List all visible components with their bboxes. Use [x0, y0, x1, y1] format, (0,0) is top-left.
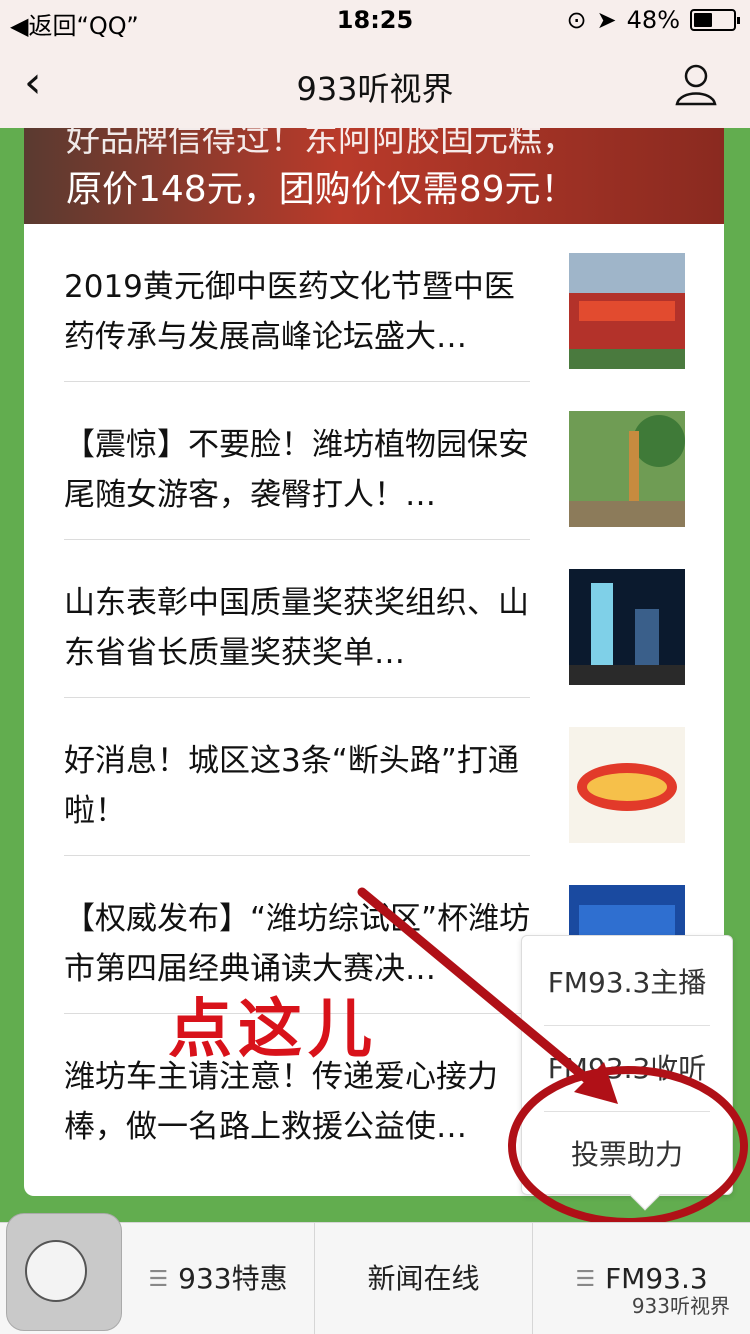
tab-933-deals[interactable]: ☰ 933特惠	[122, 1223, 314, 1334]
article-item[interactable]: 好消息！城区这3条“断头路”打通啦！	[64, 698, 530, 856]
article-item[interactable]: 2019黄元御中医药文化节暨中医药传承与发展高峰论坛盛大…	[64, 224, 530, 382]
menu-lines-icon: ☰	[575, 1267, 596, 1292]
status-bar: ◀返回“QQ” 18:25 ⊙ ➤ 48%	[0, 0, 750, 40]
menu-item-fm-host[interactable]: FM93.3主播	[544, 940, 710, 1026]
keyboard-icon	[25, 1240, 87, 1302]
promo-banner[interactable]: 好品牌信得过！东阿阿胶固元糕， 原价148元，团购价仅需89元！	[24, 128, 724, 224]
tab-news-online[interactable]: 新闻在线	[314, 1223, 532, 1334]
article-thumbnail[interactable]	[569, 253, 685, 369]
tab-label: 新闻在线	[367, 1262, 480, 1295]
article-thumbnail[interactable]	[569, 569, 685, 685]
rotation-lock-icon: ⊙	[566, 6, 587, 34]
nav-bar: ‹ 933听视界	[0, 40, 750, 128]
account-title: 933听视界	[296, 70, 454, 108]
profile-icon[interactable]	[674, 62, 718, 106]
article-title: 山东表彰中国质量奖获奖组织、山东省省长质量奖获奖单…	[64, 585, 529, 671]
menu-item-vote[interactable]: 投票助力	[544, 1112, 710, 1198]
article-item[interactable]: 山东表彰中国质量奖获奖组织、山东省省长质量奖获奖单…	[64, 540, 530, 698]
banner-line-2: 原价148元，团购价仅需89元！	[66, 169, 577, 210]
status-right-group: ⊙ ➤ 48%	[566, 6, 740, 34]
annotation-label: 点这儿	[168, 992, 378, 1067]
article-title: 2019黄元御中医药文化节暨中医药传承与发展高峰论坛盛大…	[64, 269, 515, 355]
keyboard-toggle-button[interactable]	[6, 1213, 122, 1331]
article-thumbnail[interactable]	[569, 411, 685, 527]
submenu-popup: FM93.3主播 FM93.3收听 投票助力	[521, 935, 733, 1211]
battery-fill	[694, 13, 712, 27]
article-thumbnail[interactable]	[569, 727, 685, 843]
article-title: 好消息！城区这3条“断头路”打通啦！	[64, 743, 519, 829]
location-icon: ➤	[596, 6, 617, 34]
article-title: 【震惊】不要脸！潍坊植物园保安尾随女游客，袭臀打人！…	[64, 427, 529, 513]
wechat-watermark: 933听视界	[631, 1294, 730, 1318]
menu-lines-icon: ☰	[148, 1267, 169, 1292]
tab-label: 933特惠	[178, 1262, 288, 1295]
article-item[interactable]: 【震惊】不要脸！潍坊植物园保安尾随女游客，袭臀打人！…	[64, 382, 530, 540]
battery-percent: 48%	[626, 6, 680, 34]
battery-icon	[690, 9, 740, 31]
banner-line-1: 好品牌信得过！东阿阿胶固元糕，	[66, 128, 576, 160]
menu-item-fm-listen[interactable]: FM93.3收听	[544, 1026, 710, 1112]
